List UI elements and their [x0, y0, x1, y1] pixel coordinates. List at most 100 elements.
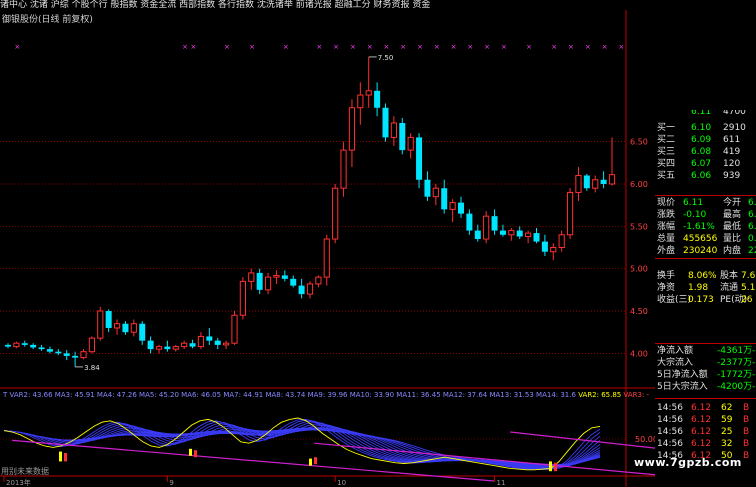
candle [46, 346, 53, 354]
flow-extra: -1 [752, 346, 756, 356]
stat-label: 今开 [723, 198, 742, 208]
candle [441, 179, 448, 214]
tick-side: B [743, 415, 750, 425]
fund-label: 流通 [720, 283, 739, 293]
stat-label: 最高 [723, 210, 742, 220]
signal-marker: × [451, 43, 457, 51]
stat-value: 230240 [683, 246, 718, 256]
tick-price: 6.12 [691, 403, 712, 413]
candle [55, 349, 62, 356]
signal-marker: × [14, 43, 20, 51]
candle [206, 327, 213, 345]
flow-extra: -1 [752, 358, 756, 368]
candle [38, 344, 45, 351]
candle [499, 224, 506, 237]
tick-side: B [743, 451, 750, 461]
fund-label: 股本 [720, 271, 739, 281]
candle [231, 311, 238, 345]
signal-marker: × [224, 43, 230, 51]
stat-value: -0.10 [683, 210, 707, 220]
tick-volume: 25 [721, 427, 733, 437]
candle [566, 188, 574, 240]
candle [525, 230, 532, 244]
stat-value: 6.11 [683, 198, 704, 208]
tick-price: 6.12 [691, 415, 712, 425]
signal-marker: × [400, 43, 406, 51]
candle [592, 175, 599, 193]
candle [130, 319, 137, 337]
candle [197, 332, 205, 350]
indicator-name: 用别未来数据 [1, 467, 49, 476]
candle [13, 341, 20, 349]
signal-marker: × [618, 43, 624, 51]
bid-volume: 939 [723, 171, 741, 181]
tick-volume: 32 [721, 439, 733, 449]
candle [248, 268, 255, 290]
candle [416, 133, 423, 189]
flow-value: -4200万 [717, 382, 753, 392]
candle [424, 171, 431, 201]
ind-y-tick-label: 50.00 [635, 435, 655, 444]
candle [432, 183, 439, 206]
kline-chart: 4.00 4.50 5.00 5.50 6.00 6.50 × × × × × × × × × × × × × × ×… [0, 10, 655, 487]
signal-marker: × [417, 43, 423, 51]
tick-volume: 50 [721, 451, 733, 461]
price-stats: 现价 6.11 今开 6. 涨跌 -0.10 最高 6. 涨幅 -1.61% 最低 6. 总量 45565… [655, 197, 756, 257]
candle [214, 338, 221, 350]
stat-value: 6. [748, 210, 756, 220]
bid-price: 6.10 [691, 123, 712, 133]
fundamentals: 换手8.06%股本7.61净资1.98流通5.15收益(三)0.173PE(动)… [655, 270, 756, 306]
candle [63, 349, 70, 361]
x-tick-label: 10 [337, 479, 346, 487]
signal-marker: × [367, 43, 373, 51]
candle [600, 171, 607, 189]
money-flow: 净流入额-4361万-1大宗流入-2377万-15日净流入额-1772万-5日大… [655, 345, 756, 393]
fund-value: 7.61 [741, 271, 756, 281]
signal-marker: × [551, 43, 557, 51]
candle [298, 278, 305, 299]
candle [550, 243, 557, 261]
signal-marker: × [316, 43, 322, 51]
ma-series-line [3, 427, 601, 465]
stat-label: 涨跌 [657, 210, 676, 220]
signal-bar [189, 448, 192, 456]
candle [390, 116, 397, 146]
candle [306, 281, 314, 299]
candle [348, 99, 356, 168]
fund-value: 8.06% [688, 271, 717, 281]
candle [5, 343, 11, 349]
partial-price: 6.11 [691, 110, 712, 117]
signal-marker: × [333, 43, 339, 51]
candle [491, 209, 498, 235]
x-tick-label: 11 [497, 479, 506, 487]
stat-value: 0. [748, 234, 756, 244]
partial-vol: 4700 [723, 110, 746, 117]
signal-bar [549, 461, 552, 472]
signal-marker: × [585, 43, 591, 51]
annotation-label: 7.50 [378, 54, 394, 62]
indicator-legend: T VAR2: 43.66 MA3: 45.91 MA4: 47.26 MA5:… [3, 391, 649, 399]
candle [340, 141, 347, 197]
bid-price: 6.06 [691, 171, 712, 181]
x-tick-label: 2013年 [6, 478, 31, 487]
fund-label: 换手 [657, 271, 676, 281]
flow-extra: - [752, 370, 756, 380]
signal-bar [59, 451, 62, 462]
stat-value: 2254 [748, 246, 756, 256]
indicator-var2: VAR2: 65.85 [578, 391, 622, 399]
bid-label: 买二 [657, 135, 676, 145]
candle [407, 133, 414, 159]
separator [655, 258, 756, 259]
flow-value: -4361万 [717, 346, 753, 356]
bid-volume: 2910 [723, 123, 746, 133]
candle [88, 336, 95, 354]
signal-marker: × [434, 43, 440, 51]
signal-bar [309, 458, 312, 466]
stat-value: 455656 [683, 234, 718, 244]
candle [483, 211, 490, 244]
tick-list[interactable]: 14:56 6.12 62 B 14:56 6.12 59 B 14:56 6.12 25 B 14:5… [655, 402, 756, 462]
signal-marker: × [191, 43, 197, 51]
candle [290, 275, 297, 288]
tick-time: 14:56 [657, 415, 683, 425]
candle [399, 117, 406, 155]
